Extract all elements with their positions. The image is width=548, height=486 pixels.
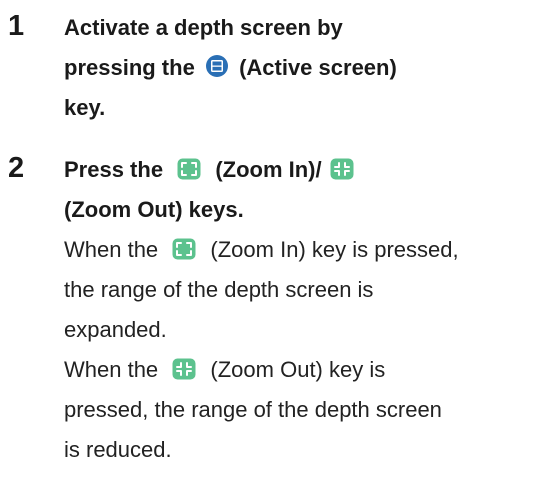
instruction-text: key.: [64, 95, 106, 120]
instruction-line: key.: [64, 88, 538, 128]
description-text: pressed, the range of the depth screen: [64, 397, 442, 422]
instruction-line: (Zoom Out) keys.: [64, 190, 538, 230]
instruction-text: pressing the: [64, 55, 195, 80]
zoom-in-key-icon: [177, 153, 201, 180]
description-line: pressed, the range of the depth screen: [64, 390, 538, 430]
instruction-line: Activate a depth screen by: [64, 8, 538, 48]
zoom-in-key-icon: [172, 233, 196, 260]
description-line: the range of the depth screen is: [64, 270, 538, 310]
description-line: When the (Zoom Out) key is: [64, 350, 538, 390]
description-line: is reduced.: [64, 430, 538, 470]
description-text: (Zoom In) key is pressed,: [210, 237, 459, 262]
step-instruction: Press the (Zoom In)/ (Zoom Out) keys. Wh…: [64, 150, 538, 470]
instruction-text: (Zoom Out) keys.: [64, 197, 244, 222]
description-line: When the (Zoom In) key is pressed,: [64, 230, 538, 270]
description-text: expanded.: [64, 317, 167, 342]
description-text: When the: [64, 357, 159, 382]
instruction-text: (Active screen): [239, 55, 397, 80]
description-line: expanded.: [64, 310, 538, 350]
description-text: the range of the depth screen is: [64, 277, 374, 302]
zoom-out-key-icon: [172, 353, 196, 380]
description-text: (Zoom Out) key is: [210, 357, 386, 382]
instruction-text: Activate a depth screen by: [64, 15, 343, 40]
step-number: 1: [8, 10, 25, 42]
instruction-text: Press the: [64, 157, 164, 182]
step-number: 2: [8, 152, 25, 184]
description-text: is reduced.: [64, 437, 172, 462]
instruction-line: pressing the (Active screen): [64, 48, 538, 88]
zoom-out-key-icon: [330, 153, 354, 180]
instruction-line: Press the (Zoom In)/: [64, 150, 538, 190]
step-instruction: Activate a depth screen by pressing the …: [64, 8, 538, 128]
instruction-text: (Zoom In)/: [215, 157, 322, 182]
description-text: When the: [64, 237, 159, 262]
active-screen-key-icon: [205, 51, 229, 77]
